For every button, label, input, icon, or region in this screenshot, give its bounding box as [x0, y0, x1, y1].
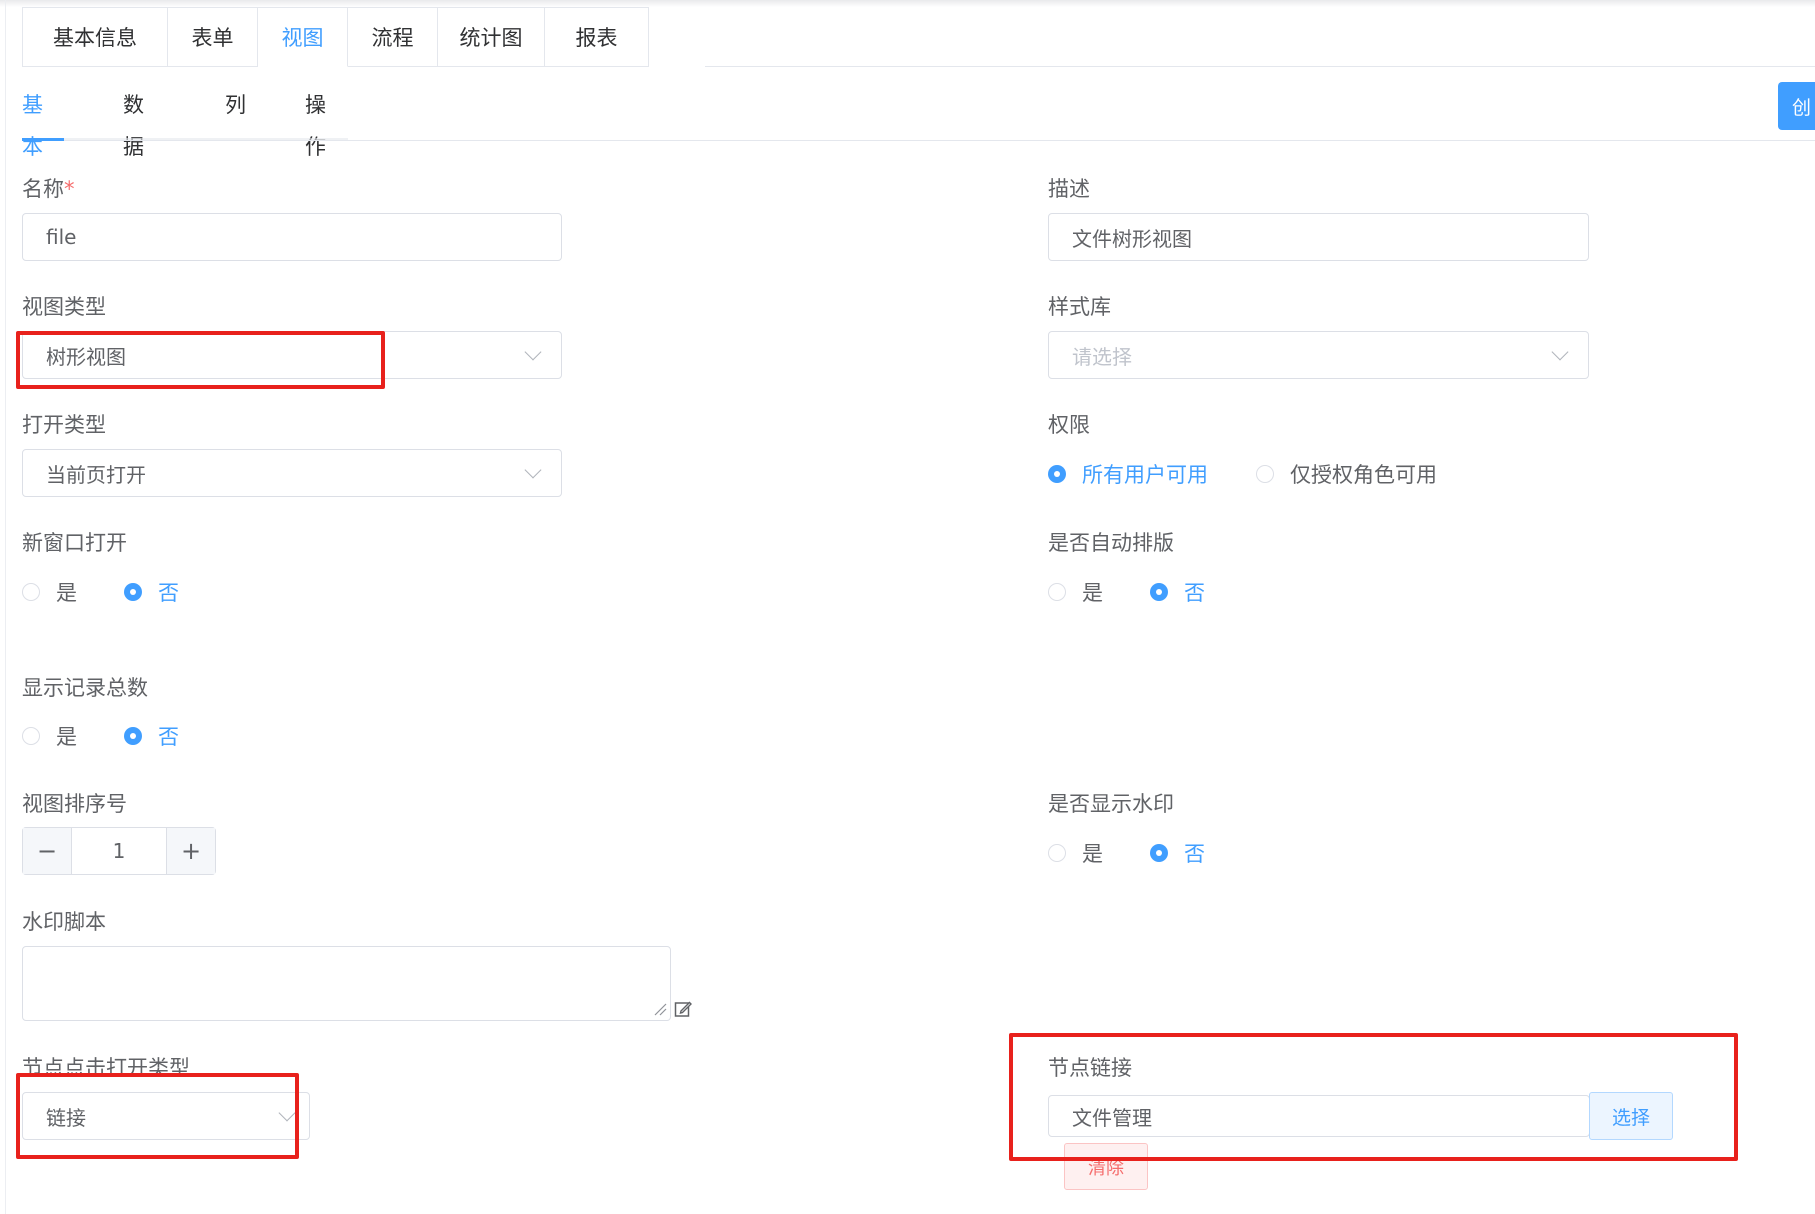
chevron-down-icon: [1551, 343, 1569, 361]
increment-button[interactable]: +: [166, 828, 215, 874]
radio-empty-icon: [1048, 844, 1066, 862]
chevron-down-icon: [278, 1104, 296, 1122]
radio-empty-icon: [22, 727, 40, 745]
node-click-type-label: 节点点击打开类型: [22, 1056, 190, 1080]
sort-no-stepper: − 1 +: [22, 827, 216, 875]
watermark-script-textarea[interactable]: [22, 946, 671, 1021]
sort-no-label: 视图排序号: [22, 792, 127, 816]
left-border: [5, 0, 6, 1214]
radio-empty-icon: [1048, 583, 1066, 601]
radio-checked-icon: [1150, 583, 1168, 601]
tab-report[interactable]: 报表: [545, 7, 649, 67]
top-tabs-divider: [705, 66, 1815, 67]
show-total-label: 显示记录总数: [22, 676, 148, 700]
description-input[interactable]: 文件树形视图: [1048, 213, 1589, 261]
radio-checked-icon: [124, 583, 142, 601]
show-total-yes-radio[interactable]: 是: [22, 721, 77, 751]
new-window-label: 新窗口打开: [22, 531, 127, 555]
chevron-down-icon: [524, 461, 542, 479]
radio-checked-icon: [1048, 465, 1066, 483]
chevron-down-icon: [524, 343, 542, 361]
node-link-input[interactable]: 文件管理: [1048, 1095, 1590, 1137]
decrement-button[interactable]: −: [23, 828, 72, 874]
radio-empty-icon: [1256, 465, 1274, 483]
show-total-no-radio[interactable]: 否: [124, 721, 179, 751]
node-click-type-select[interactable]: 链接: [22, 1092, 310, 1140]
auto-layout-yes-radio[interactable]: 是: [1048, 577, 1103, 607]
subtab-columns[interactable]: 列: [225, 84, 246, 126]
top-tab-bar: 基本信息 表单 视图 流程 统计图 报表: [22, 7, 649, 67]
style-lib-label: 样式库: [1048, 295, 1111, 319]
watermark-script-label: 水印脚本: [22, 910, 106, 934]
open-type-select[interactable]: 当前页打开: [22, 449, 562, 497]
auto-layout-label: 是否自动排版: [1048, 531, 1174, 555]
view-type-label: 视图类型: [22, 295, 106, 319]
radio-checked-icon: [1150, 844, 1168, 862]
subtab-data[interactable]: 数据: [123, 84, 144, 168]
new-window-yes-radio[interactable]: 是: [22, 577, 77, 607]
node-link-label: 节点链接: [1048, 1056, 1132, 1080]
style-lib-select[interactable]: 请选择: [1048, 331, 1589, 379]
watermark-yes-radio[interactable]: 是: [1048, 838, 1103, 868]
name-input[interactable]: file: [22, 213, 562, 261]
watermark-show-label: 是否显示水印: [1048, 792, 1174, 816]
permission-authorized-roles-radio[interactable]: 仅授权角色可用: [1256, 459, 1437, 489]
new-window-no-radio[interactable]: 否: [124, 577, 179, 607]
resize-handle-icon[interactable]: [653, 1002, 667, 1016]
sort-no-value[interactable]: 1: [72, 828, 166, 874]
subtab-basic[interactable]: 基本: [22, 84, 43, 168]
top-shadow: [0, 0, 1815, 7]
sub-tabs-track: [22, 138, 348, 141]
name-label: 名称*: [22, 177, 75, 201]
tab-form[interactable]: 表单: [168, 7, 258, 67]
permission-label: 权限: [1048, 413, 1090, 437]
active-subtab-indicator: [22, 138, 64, 141]
edit-icon[interactable]: [674, 1000, 692, 1018]
tab-view[interactable]: 视图: [258, 7, 348, 67]
tab-basic-info[interactable]: 基本信息: [22, 7, 168, 67]
open-type-label: 打开类型: [22, 413, 106, 437]
radio-checked-icon: [124, 727, 142, 745]
subtab-actions[interactable]: 操作: [305, 84, 326, 168]
description-label: 描述: [1048, 177, 1090, 201]
auto-layout-no-radio[interactable]: 否: [1150, 577, 1205, 607]
radio-empty-icon: [22, 583, 40, 601]
view-type-select[interactable]: 树形视图: [22, 331, 562, 379]
create-button[interactable]: 创: [1778, 82, 1815, 130]
clear-button[interactable]: 清除: [1064, 1143, 1148, 1190]
tab-chart[interactable]: 统计图: [438, 7, 545, 67]
watermark-no-radio[interactable]: 否: [1150, 838, 1205, 868]
tab-flow[interactable]: 流程: [348, 7, 438, 67]
select-button[interactable]: 选择: [1589, 1092, 1673, 1140]
permission-all-users-radio[interactable]: 所有用户可用: [1048, 459, 1208, 489]
